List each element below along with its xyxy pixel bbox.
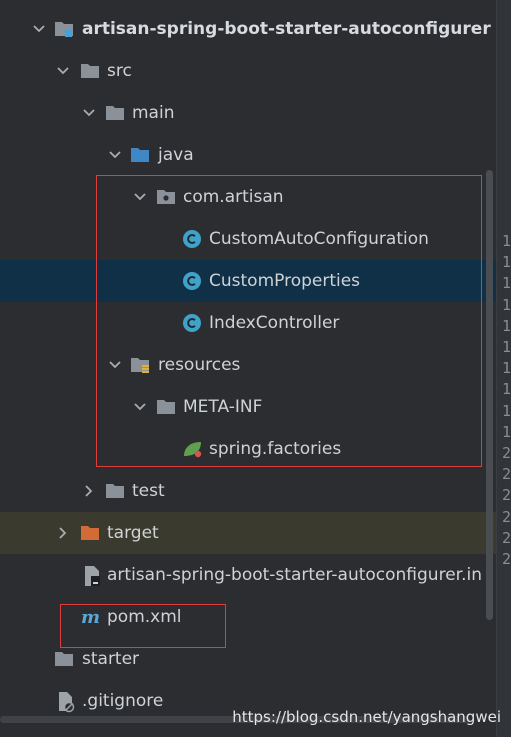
pom-label: pom.xml: [107, 607, 182, 627]
tree-node-root[interactable]: artisan-spring-boot-starter-autoconfigur…: [0, 8, 496, 50]
gutter-line-number: 1: [502, 253, 511, 272]
meta-inf-label: META-INF: [183, 397, 263, 417]
tree-node-target[interactable]: target: [0, 512, 496, 554]
source-folder-icon: [130, 145, 150, 165]
watermark-text: https://blog.csdn.net/yangshangwei: [232, 708, 501, 726]
gutter-line-number: 1: [502, 380, 511, 399]
tree-node-java[interactable]: java: [0, 134, 496, 176]
tree-node-meta-inf[interactable]: META-INF: [0, 386, 496, 428]
chevron-down-icon[interactable]: [133, 400, 147, 414]
chevron-right-icon[interactable]: [82, 484, 96, 498]
tree-node-spring-factories[interactable]: spring.factories: [0, 428, 496, 470]
tree-node-class[interactable]: IndexController: [0, 302, 496, 344]
gutter-line-number: 1: [502, 338, 511, 356]
iml-file-icon: [82, 565, 102, 586]
chevron-down-icon[interactable]: [108, 148, 122, 162]
tree-node-src[interactable]: src: [0, 50, 496, 92]
root-label: artisan-spring-boot-starter-autoconfigur…: [82, 19, 491, 39]
class-label: CustomAutoConfiguration: [209, 229, 429, 249]
spring-leaf-icon: [182, 439, 202, 459]
folder-icon: [54, 649, 74, 669]
tree-node-iml[interactable]: artisan-spring-boot-starter-autoconfigur…: [0, 554, 496, 596]
spring-factories-label: spring.factories: [209, 439, 342, 459]
chevron-right-icon[interactable]: [56, 526, 70, 540]
svg-text:m: m: [81, 607, 100, 627]
chevron-down-icon[interactable]: [133, 190, 147, 204]
module-folder-icon: [54, 19, 74, 39]
excluded-folder-icon: [80, 523, 100, 543]
folder-icon: [80, 61, 100, 81]
tree-node-pom[interactable]: m pom.xml: [0, 596, 496, 638]
project-tree: artisan-spring-boot-starter-autoconfigur…: [0, 0, 496, 737]
gitignore-label: .gitignore: [82, 691, 164, 711]
chevron-down-icon[interactable]: [56, 64, 70, 78]
package-icon: [156, 187, 176, 207]
iml-label: artisan-spring-boot-starter-autoconfigur…: [107, 565, 482, 585]
tree-node-starter[interactable]: starter: [0, 638, 496, 680]
vertical-scrollbar[interactable]: [486, 170, 493, 620]
gutter-line-number: 1: [502, 316, 511, 335]
gutter-line-number: 1: [502, 232, 511, 250]
gutter-line-number: 2: [502, 465, 511, 484]
resources-label: resources: [158, 355, 241, 375]
tree-node-test[interactable]: test: [0, 470, 496, 512]
class-icon: [182, 271, 202, 291]
folder-icon: [105, 103, 125, 123]
chevron-down-icon[interactable]: [108, 358, 122, 372]
maven-icon: m: [80, 607, 100, 627]
class-icon: [182, 313, 202, 333]
gutter-line-number: 1: [502, 422, 511, 441]
resources-folder-icon: [130, 355, 150, 375]
ignored-file-icon: [56, 691, 76, 713]
starter-label: starter: [82, 649, 140, 669]
chevron-down-icon[interactable]: [82, 106, 96, 120]
tree-node-class-selected[interactable]: CustomProperties: [0, 260, 496, 302]
gutter-line-number: 2: [502, 550, 511, 568]
src-label: src: [107, 61, 132, 81]
tree-node-resources[interactable]: resources: [0, 344, 496, 386]
gutter-line-number: 1: [502, 359, 511, 378]
class-label: IndexController: [209, 313, 340, 333]
gutter-line-number: 1: [502, 401, 511, 420]
tree-node-class[interactable]: CustomAutoConfiguration: [0, 218, 496, 260]
folder-icon: [105, 481, 125, 501]
tree-node-main[interactable]: main: [0, 92, 496, 134]
class-icon: [182, 229, 202, 249]
main-label: main: [132, 103, 175, 123]
gutter-line-number: 1: [502, 295, 511, 314]
gutter-line-number: 2: [502, 528, 511, 547]
gutter-line-number: 2: [502, 486, 511, 505]
tree-node-package[interactable]: com.artisan: [0, 176, 496, 218]
folder-icon: [156, 397, 176, 417]
chevron-down-icon[interactable]: [32, 22, 46, 36]
class-label: CustomProperties: [209, 271, 361, 291]
java-label: java: [158, 145, 194, 165]
target-label: target: [107, 523, 159, 543]
gutter-line-number: 2: [502, 444, 511, 462]
test-label: test: [132, 481, 165, 501]
gutter-line-number: 1: [502, 274, 511, 293]
package-label: com.artisan: [183, 187, 284, 207]
gutter-line-number: 2: [502, 507, 511, 526]
